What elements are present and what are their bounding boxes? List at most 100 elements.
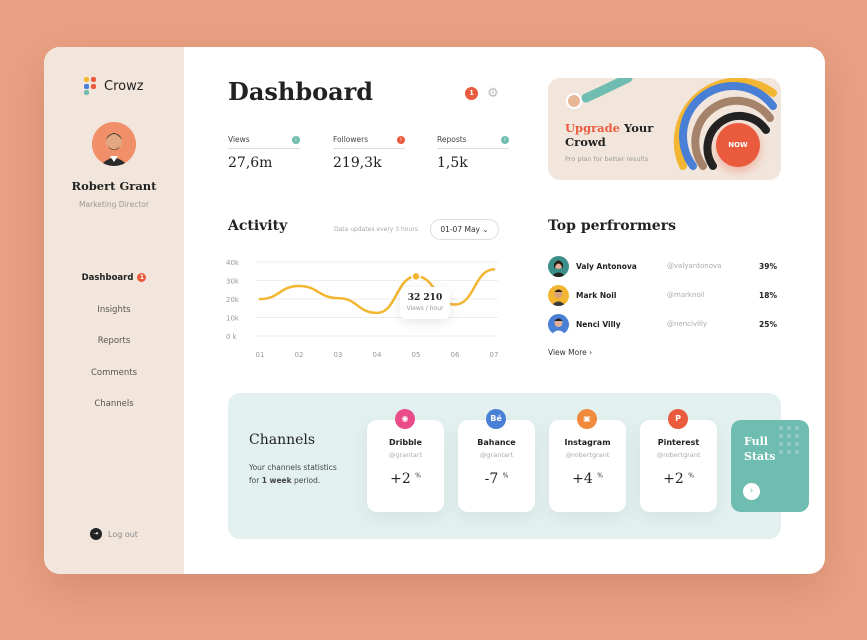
instagram-icon: ▣ [577,409,597,429]
sidebar-item-label: Comments [90,367,138,378]
channel-name: Dribble [389,438,422,447]
notification-badge[interactable]: 1 [465,87,478,100]
channel-value: -7 % [484,471,509,487]
arrow-right-icon: › [743,483,760,500]
upgrade-now-button[interactable]: NOW [716,123,760,167]
y-tick-label: 0 k [226,333,238,341]
channel-card-behance[interactable]: Bé Bahance @grantart -7 % [458,409,535,512]
stat-value: 27,6m [228,155,273,171]
sidebar-item-dashboard[interactable]: Dashboard 1 [44,273,184,305]
dashboard-badge: 1 [137,273,147,282]
activity-note: Data updates every 3 hours [334,226,418,233]
sidebar-item-reports[interactable]: Reports [44,336,184,368]
tooltip-label: Views / hour [406,305,444,312]
channel-name: Bahance [477,438,516,447]
stat-views: Views i 27,6m [228,135,300,171]
performer-avatar [548,285,569,306]
highlight-point [411,271,421,282]
page-title: Dashboard [228,77,374,106]
performer-percent: 25% [759,320,777,329]
chart-tooltip: 32 210 Views / hour [400,287,450,319]
sidebar-item-insights[interactable]: Insights [44,305,184,337]
series-line [258,268,496,315]
performer-name: Nenci Villy [576,320,621,329]
stat-label: Views [228,135,250,144]
performers-list: Valy Antonova @valyantonova 39% Mark Noi… [548,256,781,343]
x-tick-label: 06 [451,351,460,359]
stat-value: 1,5k [437,155,468,171]
channel-name: Instagram [564,438,611,447]
performer-row[interactable]: Valy Antonova @valyantonova 39% [548,256,781,285]
performer-row[interactable]: Mark Noil @marknoil 18% [548,285,781,314]
full-stats-label: Full Stats [744,435,776,463]
sidebar-item-label: Dashboard [81,273,134,283]
channel-card-pinterest[interactable]: P Pinterest @robertgrant +2 % [640,409,717,512]
user-role: Marketing Director [79,200,149,209]
performer-avatar [548,314,569,335]
y-tick-label: 20k [226,296,240,304]
channel-handle: @robertgrant [565,451,610,459]
app-name: Crowz [104,78,144,94]
channels-title: Channels [249,432,316,448]
info-icon[interactable]: i [292,135,300,144]
user-name: Robert Grant [71,179,157,193]
activity-title: Activity [228,218,288,234]
dribbble-icon: ◉ [395,409,415,429]
performer-handle: @nencivilly [667,320,708,328]
sidebar-nav: Dashboard 1 Insights Reports Comments Ch… [44,273,184,431]
channel-value: +2 % [663,471,694,487]
channel-value: +4 % [572,471,603,487]
performer-row[interactable]: Nenci Villy @nencivilly 25% [548,314,781,343]
date-range-select[interactable]: 01-07 May ⌄ [430,219,499,240]
channel-card-instagram[interactable]: ▣ Instagram @robertgrant +4 % [549,409,626,512]
top-performers-title: Top perfrormers [548,218,676,234]
activity-chart: 40k 30k 20k 10k 0 k 01 02 03 04 05 06 07 [226,259,498,359]
stat-label: Followers [333,135,369,144]
stat-followers: Followers i 219,3k [333,135,405,171]
performer-name: Valy Antonova [576,262,637,271]
pinterest-icon: P [668,409,688,429]
x-tick-label: 04 [373,351,382,359]
logout-button[interactable]: ⇥ Log out [90,528,138,540]
channel-card-dribble[interactable]: ◉ Dribble @grantart +2 % [367,409,444,512]
app-window: Crowz Robert Grant Marketing Director Da… [44,47,825,574]
user-avatar[interactable] [92,122,136,166]
logout-icon: ⇥ [90,528,102,540]
y-tick-label: 30k [226,278,240,286]
logo[interactable]: Crowz [84,77,144,95]
view-more-link[interactable]: View More › [548,348,592,357]
sidebar-item-label: Reports [97,336,131,346]
chevron-down-icon: ⌄ [482,225,489,234]
performer-name: Mark Noil [576,291,617,300]
upgrade-subtitle: Pro plan for better results [565,155,649,163]
y-tick-label: 10k [226,315,240,323]
performer-handle: @valyantonova [667,262,722,270]
full-stats-button[interactable]: Full Stats › [731,420,809,512]
stat-label: Reposts [437,135,467,144]
y-tick-label: 40k [226,259,240,267]
x-tick-label: 05 [412,351,421,359]
channel-handle: @grantart [388,451,423,459]
gear-icon[interactable]: ⚙ [486,87,500,101]
tooltip-value: 32 210 [407,293,443,303]
sidebar-item-comments[interactable]: Comments [44,368,184,400]
channel-value: +2 % [390,471,421,487]
channels-description: Your channels statistics for 1 week peri… [249,463,337,485]
sidebar-item-label: Channels [94,399,134,409]
sidebar-item-label: Insights [97,304,131,315]
x-tick-label: 02 [295,351,304,359]
upgrade-title: Upgrade Your Crowd [565,121,654,149]
sidebar: Crowz Robert Grant Marketing Director Da… [44,47,184,574]
sidebar-item-channels[interactable]: Channels [44,399,184,431]
performer-percent: 18% [759,291,777,300]
channel-handle: @grantart [479,451,514,459]
info-icon[interactable]: i [501,135,509,144]
performer-percent: 39% [759,262,777,271]
performer-avatar [548,256,569,277]
x-tick-label: 01 [256,351,265,359]
logo-icon [84,77,98,95]
x-tick-label: 03 [334,351,343,359]
channel-handle: @robertgrant [656,451,701,459]
info-icon[interactable]: i [397,135,405,144]
channel-name: Pinterest [657,438,700,447]
